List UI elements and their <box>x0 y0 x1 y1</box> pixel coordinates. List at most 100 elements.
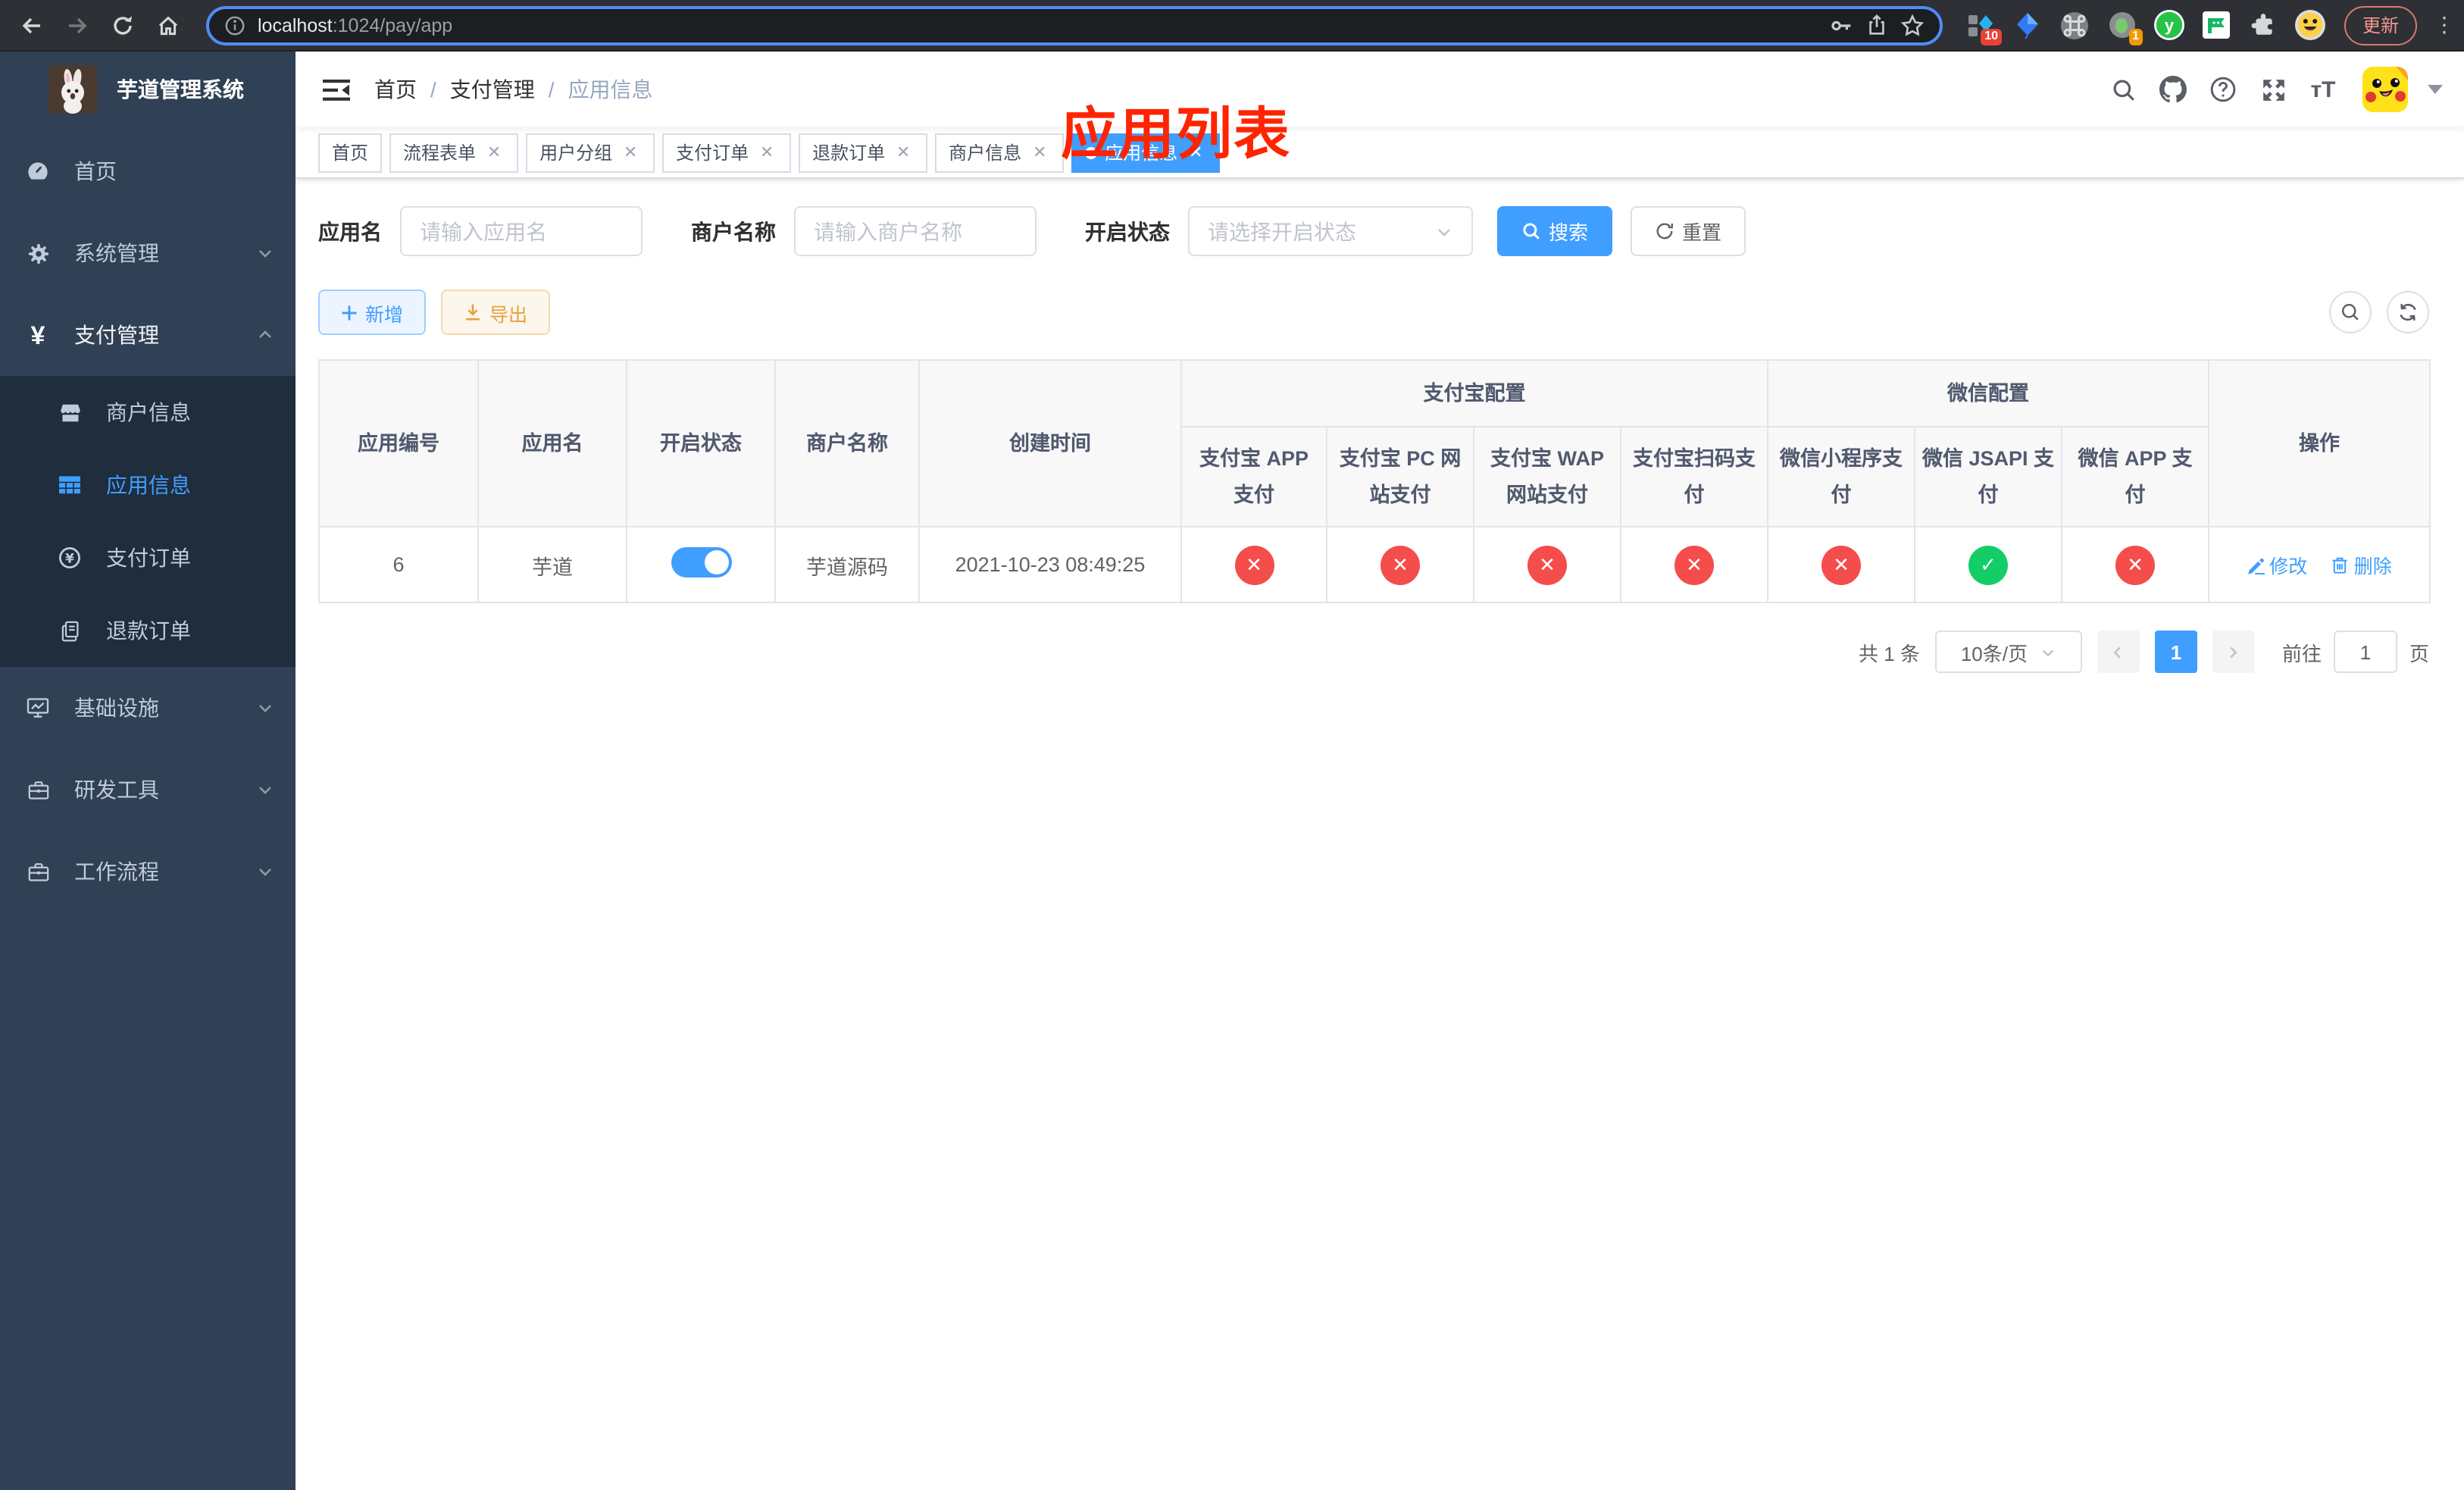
sidebar-item-dev-tools[interactable]: 研发工具 <box>0 749 295 831</box>
sidebar-item-label: 系统管理 <box>74 241 159 265</box>
chat-extension-icon[interactable] <box>2199 8 2232 42</box>
fullscreen-icon[interactable] <box>2253 70 2293 109</box>
tag-merchant-info[interactable]: 商户信息 ✕ <box>935 133 1065 172</box>
browser-update-button[interactable]: 更新 <box>2344 5 2418 45</box>
tag-user-group[interactable]: 用户分组 ✕ <box>526 133 655 172</box>
browser-home-button[interactable] <box>149 5 188 45</box>
group-header-alipay: 支付宝配置 <box>1180 359 1768 427</box>
bookmark-star-icon[interactable] <box>1900 13 1925 37</box>
help-doc-icon[interactable] <box>2203 70 2243 109</box>
cell-app-id: 6 <box>318 526 479 603</box>
sidebar-collapse-icon[interactable] <box>317 78 356 101</box>
browser-toolbar: localhost:1024/pay/app 10 1 y 更新 ⋮ <box>0 0 2464 52</box>
sidebar-item-payment[interactable]: ¥ 支付管理 <box>0 294 295 376</box>
col-header-alipay-pc: 支付宝 PC 网站支付 <box>1326 426 1474 527</box>
font-size-icon[interactable]: ᴛT <box>2303 70 2343 109</box>
reset-button[interactable]: 重置 <box>1631 206 1746 256</box>
refresh-table-button[interactable] <box>2387 291 2429 333</box>
goto-page: 前往 1 页 <box>2282 631 2429 673</box>
status-select[interactable]: 请选择开启状态 <box>1188 206 1473 256</box>
status-cross-icon: ✕ <box>1674 545 1714 584</box>
sidebar-item-system[interactable]: 系统管理 <box>0 212 295 294</box>
chevron-down-icon <box>1438 228 1450 236</box>
page-number-current[interactable]: 1 <box>2154 631 2197 673</box>
chevron-up-icon <box>256 326 274 344</box>
tag-pay-order[interactable]: 支付订单 ✕ <box>662 133 792 172</box>
svg-text:¥: ¥ <box>65 551 74 566</box>
tag-refund-order[interactable]: 退款订单 ✕ <box>799 133 928 172</box>
browser-forward-button[interactable] <box>58 5 97 45</box>
address-bar[interactable]: localhost:1024/pay/app <box>206 5 1943 45</box>
browser-back-button[interactable] <box>12 5 52 45</box>
recorder-extension-icon[interactable]: 1 <box>2105 8 2143 45</box>
refresh-icon <box>1656 223 1674 239</box>
sidebar-logo[interactable]: 芋道管理系统 <box>0 52 295 127</box>
browser-reload-button[interactable] <box>103 5 142 45</box>
briefcase-icon <box>26 860 50 883</box>
browser-menu-icon[interactable]: ⋮ <box>2429 12 2459 38</box>
avatar-caret-icon[interactable] <box>2428 85 2443 94</box>
total-count: 共 1 条 <box>1859 642 1920 665</box>
extensions-puzzle-icon[interactable] <box>2246 8 2279 42</box>
delete-link[interactable]: 删除 <box>2331 550 2392 579</box>
extensions-area: 10 1 y <box>1964 8 2326 45</box>
breadcrumb-payment[interactable]: 支付管理 <box>450 74 535 105</box>
close-icon[interactable]: ✕ <box>756 142 777 163</box>
plus-icon <box>342 305 357 320</box>
toolbox-icon <box>26 778 50 801</box>
status-check-icon: ✓ <box>1968 545 2008 584</box>
yudao-extension-icon[interactable]: y <box>2152 8 2185 42</box>
col-header-alipay-qr: 支付宝扫码支付 <box>1620 426 1768 527</box>
monitor-chart-icon <box>26 696 50 720</box>
sidebar-item-label: 支付订单 <box>106 546 191 570</box>
group-header-wechat: 微信配置 <box>1767 359 2209 427</box>
github-icon[interactable] <box>2153 70 2193 109</box>
sidebar-item-infrastructure[interactable]: 基础设施 <box>0 667 295 749</box>
tag-home[interactable]: 首页 <box>318 133 383 172</box>
col-header-alipay-wap: 支付宝 WAP 网站支付 <box>1473 426 1621 527</box>
yen-circle-icon: ¥ <box>58 546 82 570</box>
merchant-name-input[interactable]: 请输入商户名称 <box>794 206 1037 256</box>
close-icon[interactable]: ✕ <box>483 142 505 163</box>
close-icon[interactable]: ✕ <box>620 142 641 163</box>
url-text[interactable]: localhost:1024/pay/app <box>258 14 1817 36</box>
tag-process-form[interactable]: 流程表单 ✕ <box>389 133 519 172</box>
edit-link[interactable]: 修改 <box>2247 550 2307 579</box>
kite-extension-icon[interactable] <box>2011 8 2044 42</box>
sidebar-item-pay-order[interactable]: ¥ 支付订单 <box>0 521 295 594</box>
chevron-down-icon <box>256 862 274 881</box>
sidebar-item-home[interactable]: 首页 <box>0 130 295 212</box>
site-info-icon[interactable] <box>224 14 245 36</box>
col-header-wechat-app: 微信 APP 支付 <box>2061 426 2209 527</box>
search-button[interactable]: 搜索 <box>1497 206 1613 256</box>
tab-manager-extension-icon[interactable]: 10 <box>1964 8 2002 45</box>
close-icon[interactable]: ✕ <box>1029 142 1050 163</box>
sidebar-item-app-info[interactable]: 应用信息 <box>0 449 295 521</box>
sidebar-item-workflow[interactable]: 工作流程 <box>0 831 295 912</box>
page-size-select[interactable]: 10条/页 <box>1934 631 2082 673</box>
table-toolbar: 新增 导出 <box>318 290 2429 335</box>
col-header-merchant: 商户名称 <box>774 359 920 527</box>
filter-merchant-name: 商户名称 请输入商户名称 <box>691 206 1037 256</box>
share-icon[interactable] <box>1865 14 1888 36</box>
profile-emoji-icon[interactable] <box>2293 8 2326 42</box>
breadcrumb-home[interactable]: 首页 <box>374 74 417 105</box>
export-button[interactable]: 导出 <box>441 290 551 335</box>
close-icon[interactable]: ✕ <box>893 142 914 163</box>
user-avatar[interactable] <box>2362 67 2408 112</box>
enable-switch[interactable] <box>671 547 731 578</box>
prev-page-button[interactable] <box>2097 631 2140 673</box>
app-name-input[interactable]: 请输入应用名 <box>400 206 643 256</box>
dashboard-icon <box>26 159 50 183</box>
password-key-icon[interactable] <box>1829 13 1853 37</box>
sidebar: 芋道管理系统 首页 系统管理 ¥ 支付管理 商户信息 应用信息 ¥ 支付订单 退… <box>0 52 295 1490</box>
toggle-search-button[interactable] <box>2329 291 2372 333</box>
next-page-button[interactable] <box>2212 631 2255 673</box>
header-search-icon[interactable] <box>2103 70 2143 109</box>
goto-page-input[interactable]: 1 <box>2333 631 2397 673</box>
sidebar-item-refund-order[interactable]: 退款订单 <box>0 594 295 667</box>
command-extension-icon[interactable] <box>2058 8 2091 42</box>
page-content: 应用名 请输入应用名 商户名称 请输入商户名称 开启状态 请选择开启状态 搜索 … <box>295 179 2464 1490</box>
sidebar-item-merchant-info[interactable]: 商户信息 <box>0 376 295 449</box>
add-button[interactable]: 新增 <box>318 290 427 335</box>
